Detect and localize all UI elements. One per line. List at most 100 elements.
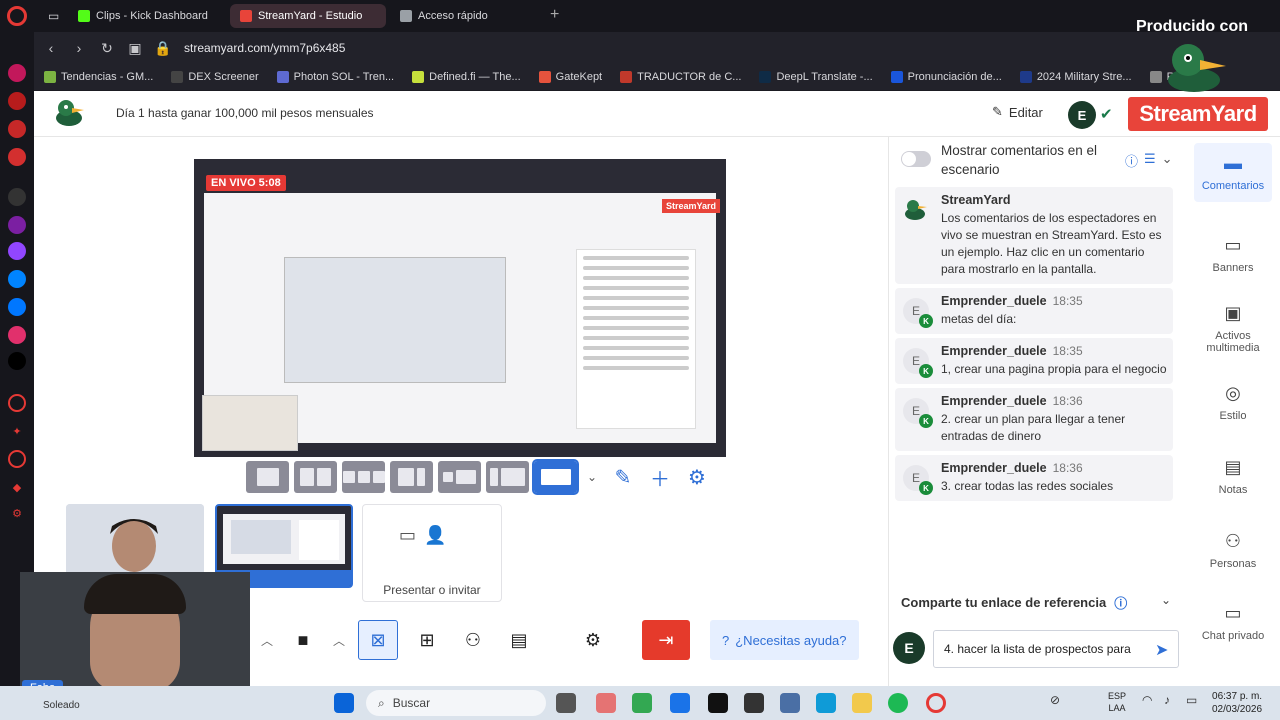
rail-item-comentarios[interactable]: ▬ Comentarios [1194,143,1272,202]
plus-icon[interactable]: ＋ [644,461,676,493]
opera-taskbar-icon[interactable] [926,693,946,713]
camera-toggle-icon[interactable]: ■ [280,620,326,660]
send-icon[interactable]: ➤ [1155,640,1168,660]
camera-icon[interactable]: ▣ [124,40,146,57]
app-icon[interactable] [670,693,690,713]
comment-item[interactable]: StreamYard Los comentarios de los espect… [895,187,1173,284]
help-button[interactable]: ? ¿Necesitas ayuda? [710,620,859,660]
layout-news-button[interactable] [438,461,481,493]
rail-item-banners[interactable]: ▭ Banners [1194,235,1272,274]
wifi-icon[interactable]: ◠ [1142,693,1162,713]
sidebar-app-icon[interactable] [8,92,26,110]
pin-icon[interactable]: ✦ [8,422,26,440]
bookmark-item[interactable]: GateKept [538,71,602,83]
chevron-down-icon[interactable]: ⌄ [582,461,602,493]
gear-icon[interactable]: ⚙ [681,461,713,493]
invite-guest-icon[interactable]: ⚇ [450,620,496,660]
app-icon[interactable] [632,693,652,713]
bookmark-item[interactable]: Defined.fi — The... [412,71,521,83]
layout-close-icon[interactable]: ⊠ [358,620,398,660]
layout-solo-button[interactable] [246,461,289,493]
history-icon[interactable] [8,450,26,468]
help-circle-icon[interactable]: ⓘ [1125,151,1138,170]
bookmark-item[interactable]: Photon SOL - Tren... [276,71,394,83]
rail-item-personas[interactable]: ⚇ Personas [1194,531,1272,570]
sidebar-app-icon[interactable] [8,64,26,82]
battery-icon[interactable]: ▭ [1186,693,1206,713]
extensions-icon[interactable]: ◆ [8,478,26,496]
mic-options-chevron-icon[interactable]: ︿ [254,620,280,660]
weather-widget[interactable]: Soleado [43,700,80,711]
show-comments-toggle[interactable] [901,151,931,167]
rail-item-estilo[interactable]: ◎ Estilo [1194,383,1272,422]
taskbar-search[interactable]: ⌕ Buscar [366,690,546,716]
referral-link-toggle[interactable]: Comparte tu enlace de referencia ⓘ [901,593,1127,612]
sidebar-app-icon[interactable] [8,216,26,234]
spotify-icon[interactable] [888,693,908,713]
layout-group-button[interactable] [342,461,385,493]
app-icon[interactable] [744,693,764,713]
vk-icon[interactable] [8,298,26,316]
edge-icon[interactable] [816,693,836,713]
captions-icon[interactable]: ▤ [496,620,542,660]
settings-gear-icon[interactable]: ⚙ [570,620,616,660]
bookmark-item[interactable]: Tendencias - GM... [44,71,153,83]
rail-item-activos-multimedia[interactable]: ▣ Activos multimedia [1194,303,1272,354]
layout-fullscreen-button[interactable] [532,459,579,495]
comment-item[interactable]: EK Emprender_duele 18:35 metas del día: [895,288,1173,334]
layout-thin-button[interactable] [294,461,337,493]
instagram-icon[interactable] [8,326,26,344]
tab-streamyard-studio[interactable]: StreamYard - Estudio [230,4,386,28]
twitch-icon[interactable] [8,242,26,260]
bookmark-item[interactable]: 2024 Military Stre... [1019,71,1132,83]
rail-item-notas[interactable]: ▤ Notas [1194,457,1272,496]
reload-icon[interactable]: ↻ [96,40,118,57]
leave-studio-button[interactable]: ⇥ [642,620,690,660]
opera-logo-icon[interactable] [7,6,27,26]
taskbar-clock[interactable]: 06:37 p. m. 02/03/2026 [1212,690,1262,716]
file-explorer-icon[interactable] [852,693,872,713]
layout-leader-button[interactable] [390,461,433,493]
volume-icon[interactable]: ♪ [1164,693,1184,713]
edit-button[interactable]: ✎ Editar [992,104,1043,120]
url-field[interactable]: streamyard.com/ymm7p6x485 [184,41,345,55]
x-icon[interactable] [8,352,26,370]
sidebar-app-icon[interactable] [8,120,26,138]
task-view-icon[interactable] [556,693,576,713]
player-icon[interactable] [8,394,26,412]
comment-item[interactable]: EK Emprender_duele 18:36 2. crear un plan… [895,388,1173,451]
bookmark-item[interactable]: Pronunciación de... [890,71,1002,83]
filter-icon[interactable]: ☰ [1144,151,1156,170]
settings-icon[interactable]: ⚙ [8,504,26,522]
gmail-icon[interactable] [8,148,26,166]
chevron-down-icon[interactable]: ⌄ [1162,151,1173,170]
tab-quick-access[interactable]: Acceso rápido [390,4,540,28]
app-icon[interactable] [780,693,800,713]
broadcast-stage[interactable]: EN VIVO 5:08 StreamYard [194,159,726,457]
comment-item[interactable]: EK Emprender_duele 18:35 1, crear una pag… [895,338,1173,384]
windows-start-icon[interactable] [334,693,354,713]
broadcast-title[interactable]: Día 1 hasta ganar 100,000 mil pesos mens… [116,106,374,120]
tab-settings-icon[interactable]: ▭ [38,4,69,28]
copilot-icon[interactable] [596,693,616,713]
camera-options-chevron-icon[interactable]: ︿ [326,620,352,660]
bookmark-item[interactable]: DEX Screener [171,71,259,83]
share-screen-icon[interactable]: ⊞ [404,620,450,660]
layout-screen-button[interactable] [486,461,529,493]
present-or-invite-card[interactable]: ▭ 👤 Presentar o invitar [362,504,502,602]
back-icon[interactable]: ‹ [40,40,62,56]
forward-icon[interactable]: › [68,40,90,56]
user-avatar[interactable]: E [1068,101,1096,129]
app-icon[interactable] [708,693,728,713]
messenger-icon[interactable] [8,270,26,288]
chevron-down-icon[interactable]: ⌄ [1161,593,1171,607]
comment-input[interactable] [933,630,1179,668]
network-off-icon[interactable]: ⊘ [1050,693,1070,713]
comment-item[interactable]: EK Emprender_duele 18:36 3. crear todas l… [895,455,1173,501]
bookmark-item[interactable]: DeepL Translate -... [759,71,873,83]
bookmark-item[interactable]: TRADUCTOR de C... [620,71,741,83]
pencil-icon[interactable]: ✎ [607,461,639,493]
input-language[interactable]: ESP LAA [1108,690,1126,714]
chatgpt-icon[interactable] [8,188,26,206]
rail-item-chat-privado[interactable]: ▭ Chat privado [1194,603,1272,642]
